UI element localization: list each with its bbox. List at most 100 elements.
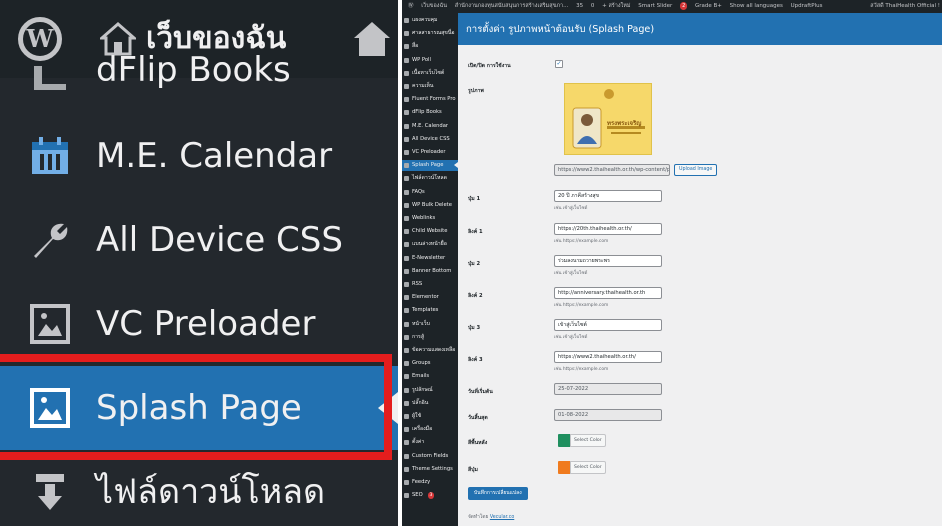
sidebar-item[interactable]: หน้าเว็บ (402, 319, 458, 330)
sidebar-item[interactable]: รูปลักษณ์ (402, 385, 458, 396)
sidebar-item[interactable]: แบนล่างหน้ายื่อ (402, 239, 458, 250)
sidebar-item[interactable]: สื่อ (402, 41, 458, 52)
footer-link[interactable]: Vecular.co (490, 515, 514, 520)
sidebar-item[interactable]: Elementor (402, 292, 458, 303)
zoom-menu-all-device-css[interactable]: All Device CSS (0, 198, 398, 282)
sidebar-item[interactable]: FAQs (402, 187, 458, 198)
home-icon[interactable] (352, 20, 392, 58)
sidebar-item[interactable]: ข้อความแสดงเหลือ (402, 345, 458, 356)
sidebar-item[interactable]: Weblinks (402, 213, 458, 224)
sidebar-item[interactable]: ผู้ใช้ (402, 411, 458, 422)
sidebar-item[interactable]: RSS (402, 279, 458, 290)
admin-bar-smart-slider[interactable]: Smart Slider (638, 0, 672, 13)
enable-checkbox[interactable]: ✓ (555, 60, 563, 68)
menu-icon (404, 136, 409, 142)
start-date-label: วันที่เริ่มต้น (468, 389, 493, 395)
admin-bar-grade[interactable]: Grade B+ (695, 0, 722, 13)
menu-icon (404, 97, 409, 103)
zoom-menu-downloads[interactable]: ไฟล์ดาวน์โหลด (0, 450, 398, 526)
sidebar-item-label: Feedzy (412, 479, 431, 485)
sidebar-item[interactable]: E-Newsletter (402, 253, 458, 264)
menu-icon (404, 18, 409, 23)
save-changes-button[interactable]: บันทึกการเปลี่ยนแปลง (468, 487, 528, 500)
sidebar-item[interactable]: dFlip Books (402, 107, 458, 118)
image-url-field[interactable]: https://www2.thaihealth.or.th/wp-content… (554, 164, 670, 176)
sidebar-item[interactable]: Feedzy (402, 477, 458, 488)
seo-badge: 3 (428, 492, 434, 500)
sidebar-item[interactable]: ไฟล์ดาวน์โหลด (402, 173, 458, 184)
zoomed-admin-menu: W เว็บของฉัน dFlip Books M.E. Calendar A… (0, 0, 398, 526)
sidebar-item[interactable]: Splash Page (402, 160, 458, 172)
button3-label: ปุ่ม 3 (468, 325, 481, 331)
button2-field[interactable]: ร่วมลงนามถวายพระพร (554, 255, 662, 267)
menu-icon (404, 414, 409, 419)
upload-image-button[interactable]: Upload Image (674, 164, 718, 176)
sidebar-item[interactable]: WP Poll (402, 55, 458, 66)
menu-icon (404, 427, 409, 433)
zoom-menu-label: ไฟล์ดาวน์โหลด (96, 472, 326, 512)
bg-select-color-button[interactable]: Select Color (570, 434, 606, 447)
link2-field[interactable]: http://anniversary.thaihealth.or.th (554, 287, 662, 299)
menu-icon (404, 70, 409, 76)
sidebar-item-label: Custom Fields (412, 452, 449, 459)
sidebar-item[interactable]: VC Preloader (402, 147, 458, 158)
admin-bar: Ⓦ เว็บของฉัน สำนักงานกองทุนสนับสนุนการสร… (402, 0, 942, 13)
sidebar-item[interactable]: Emails (402, 371, 458, 382)
sidebar-item[interactable]: M.E. Calendar (402, 121, 458, 132)
sidebar-item[interactable]: เนื้อหาเว็บไซต์ (402, 68, 458, 79)
link2-label: ลิงค์ 2 (468, 293, 483, 299)
download-icon (36, 474, 64, 510)
sidebar-item[interactable]: Templates (402, 305, 458, 316)
page-header: การตั้งค่า รูปภาพหน้าต้อนรับ (Splash Pag… (458, 13, 942, 45)
admin-bar-user[interactable]: สวัสดี ThaiHealth Official ! (870, 0, 940, 13)
sidebar-item[interactable]: Banner Bottom (402, 266, 458, 277)
wordpress-logo-icon[interactable]: Ⓦ (408, 0, 414, 13)
sidebar-item[interactable]: WP Bulk Delete (402, 200, 458, 211)
menu-icon (404, 453, 409, 459)
comments-count[interactable]: 0 (591, 0, 595, 13)
sidebar-item[interactable]: ตั้งค่า (402, 437, 458, 448)
sidebar-item-label: Banner Bottom (412, 267, 452, 274)
sidebar-item-label: Splash Page (412, 162, 444, 169)
end-date-field[interactable]: 01-08-2022 (554, 409, 662, 421)
sidebar-item[interactable]: SEO 3 (402, 490, 458, 501)
sidebar-item[interactable]: ศาลสาธารณสุขนื่อ (402, 28, 458, 39)
start-date-field[interactable]: 25-07-2022 (554, 383, 662, 395)
menu-icon (404, 480, 409, 485)
admin-bar-badge[interactable]: 2 (680, 2, 688, 10)
wordpress-logo-icon[interactable]: W (18, 17, 62, 61)
sidebar-item-label: Emails (412, 373, 430, 380)
menu-icon (404, 493, 409, 499)
button-select-color-button[interactable]: Select Color (570, 461, 606, 474)
sidebar-item[interactable]: Theme Settings (402, 464, 458, 475)
image-label: รูปภาพ (468, 88, 484, 94)
sidebar-item[interactable]: ปลั๊กอิน (402, 398, 458, 409)
updates-count[interactable]: 35 (576, 0, 583, 13)
zoom-menu-label: M.E. Calendar (96, 136, 333, 176)
sidebar-item-label: ตั้งค่า (412, 439, 425, 446)
sidebar-item[interactable]: Child Website (402, 226, 458, 237)
sidebar-item[interactable]: การสู้ (402, 332, 458, 343)
sidebar-item[interactable]: แผงควบคุม (402, 15, 458, 26)
sidebar-item[interactable]: Custom Fields (402, 451, 458, 462)
sidebar-item-label: All Device CSS (412, 135, 450, 142)
sidebar-item[interactable]: Groups (402, 358, 458, 369)
sidebar-item[interactable]: All Device CSS (402, 134, 458, 145)
link3-field[interactable]: https://www2.thaihealth.or.th/ (554, 351, 662, 363)
button1-field[interactable]: 20 ปี ภาคีสร้างสุข (554, 190, 662, 202)
zoom-menu-calendar[interactable]: M.E. Calendar (0, 114, 398, 198)
link1-label: ลิงค์ 1 (468, 229, 483, 235)
link1-field[interactable]: https://20th.thaihealth.or.th/ (554, 223, 662, 235)
sidebar-item[interactable]: Fluent Forms Pro (402, 94, 458, 105)
zoom-menu-dflip[interactable]: dFlip Books (0, 50, 398, 98)
sidebar-item[interactable]: ความเห็น (402, 81, 458, 92)
admin-bar-updraft[interactable]: UpdraftPlus (791, 0, 823, 13)
admin-bar-org[interactable]: สำนักงานกองทุนสนับสนุนการสร้างเสริมสุขภา… (455, 0, 569, 13)
menu-icon (404, 374, 409, 380)
sidebar-item[interactable]: เครื่องมือ (402, 424, 458, 435)
button3-field[interactable]: เข้าสู่เว็บไซต์ (554, 319, 662, 331)
admin-bar-languages[interactable]: Show all languages (730, 0, 783, 13)
admin-bar-new[interactable]: + สร้างใหม่ (602, 0, 630, 13)
admin-bar-site[interactable]: เว็บของฉัน (421, 0, 447, 13)
end-date-label: วันสิ้นสุด (468, 415, 488, 421)
